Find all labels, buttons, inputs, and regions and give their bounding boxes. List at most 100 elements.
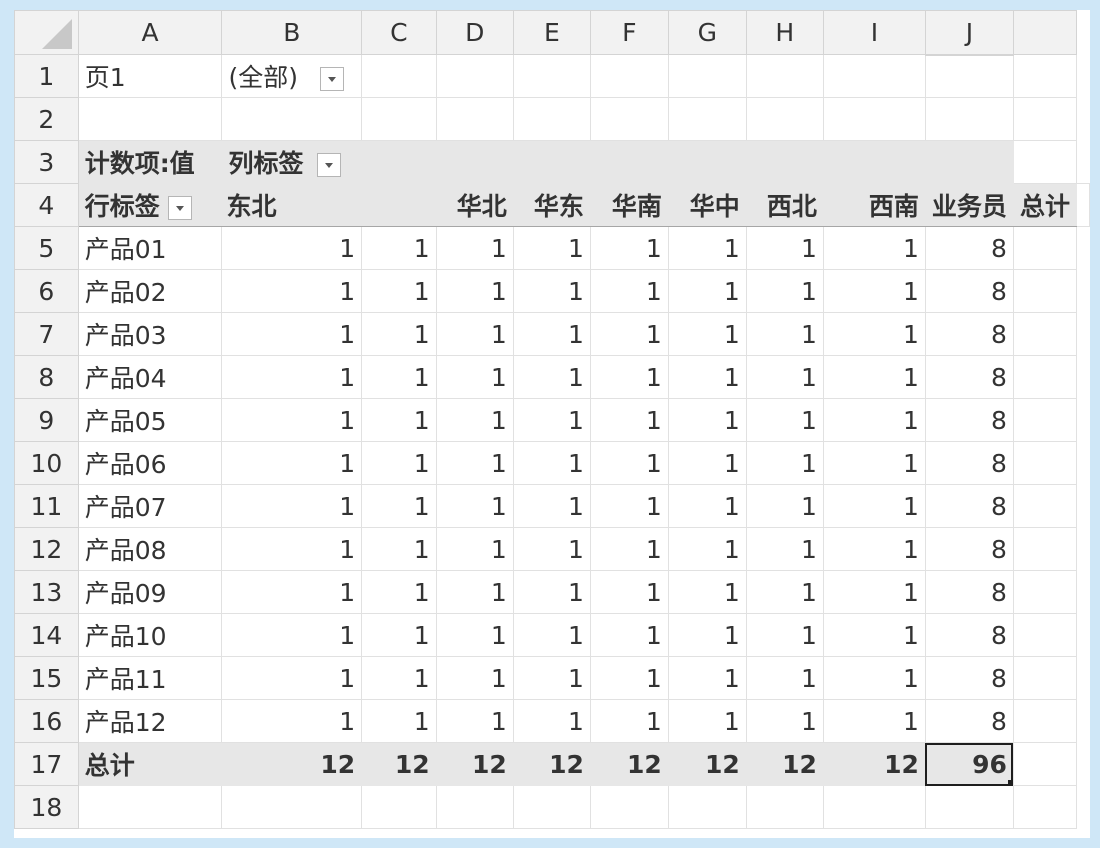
value-cell[interactable]: 1 (667, 527, 747, 571)
column-header-k[interactable] (1012, 10, 1078, 55)
cell[interactable] (1012, 613, 1078, 657)
value-cell[interactable]: 1 (745, 613, 824, 657)
value-cell[interactable]: 1 (822, 484, 926, 528)
value-cell[interactable]: 1 (512, 527, 591, 571)
value-cell[interactable]: 1 (512, 613, 591, 657)
pivot-row-label-cell[interactable]: 行标签 (77, 183, 223, 227)
column-total-cell[interactable]: 12 (667, 742, 747, 786)
cell[interactable] (822, 97, 926, 141)
row-label-cell[interactable]: 产品11 (77, 656, 223, 700)
value-cell[interactable]: 1 (589, 441, 669, 485)
cell[interactable] (1012, 269, 1078, 313)
pivot-column-header[interactable]: 华中 (667, 183, 747, 227)
row-header[interactable]: 17 (14, 742, 79, 786)
value-cell[interactable]: 1 (512, 398, 591, 442)
value-cell[interactable]: 1 (589, 226, 669, 270)
pivot-column-header[interactable]: 华南 (589, 183, 669, 227)
value-cell[interactable]: 1 (221, 312, 363, 356)
cell[interactable] (221, 785, 363, 829)
row-total-cell[interactable]: 8 (924, 570, 1014, 614)
value-cell[interactable]: 1 (745, 484, 824, 528)
cell[interactable] (361, 54, 437, 98)
value-cell[interactable]: 1 (822, 269, 926, 313)
row-label-cell[interactable]: 产品07 (77, 484, 223, 528)
column-header-a[interactable]: A (77, 10, 223, 55)
column-header-b[interactable]: B (221, 10, 363, 55)
row-header[interactable]: 11 (14, 484, 79, 528)
value-cell[interactable]: 1 (822, 441, 926, 485)
value-cell[interactable]: 1 (667, 570, 747, 614)
value-cell[interactable]: 1 (221, 355, 363, 399)
row-header[interactable]: 13 (14, 570, 79, 614)
row-label-cell[interactable]: 产品04 (77, 355, 223, 399)
cell[interactable] (1012, 742, 1078, 786)
value-cell[interactable]: 1 (512, 226, 591, 270)
value-cell[interactable]: 1 (435, 613, 514, 657)
value-cell[interactable]: 1 (512, 269, 591, 313)
pivot-column-label-cell[interactable]: 列标签 (221, 140, 363, 184)
column-header-c[interactable]: C (361, 10, 437, 55)
cell[interactable] (924, 140, 1014, 184)
column-total-cell[interactable]: 12 (589, 742, 669, 786)
value-cell[interactable]: 1 (822, 355, 926, 399)
value-cell[interactable]: 1 (512, 441, 591, 485)
row-label-cell[interactable]: 产品10 (77, 613, 223, 657)
column-header-e[interactable]: E (512, 10, 591, 55)
cell[interactable] (1012, 656, 1078, 700)
value-cell[interactable]: 1 (589, 613, 669, 657)
grand-total-label[interactable]: 总计 (77, 742, 223, 786)
value-cell[interactable]: 1 (589, 484, 669, 528)
value-cell[interactable]: 1 (221, 398, 363, 442)
column-total-cell[interactable]: 12 (512, 742, 591, 786)
cell[interactable] (435, 785, 514, 829)
row-label-dropdown-icon[interactable] (167, 196, 192, 220)
cell[interactable] (589, 785, 669, 829)
cell[interactable] (667, 54, 747, 98)
value-cell[interactable]: 1 (589, 570, 669, 614)
row-total-cell[interactable]: 8 (924, 699, 1014, 743)
value-cell[interactable]: 1 (822, 699, 926, 743)
value-cell[interactable]: 1 (361, 656, 437, 700)
value-cell[interactable]: 1 (667, 398, 747, 442)
value-cell[interactable]: 1 (589, 312, 669, 356)
value-cell[interactable]: 1 (745, 699, 824, 743)
value-cell[interactable]: 1 (435, 269, 514, 313)
value-cell[interactable]: 1 (589, 656, 669, 700)
value-cell[interactable]: 1 (361, 699, 437, 743)
row-total-cell[interactable]: 8 (924, 484, 1014, 528)
pivot-column-header[interactable]: 总计 (1012, 183, 1078, 227)
cell[interactable] (924, 785, 1014, 829)
value-cell[interactable]: 1 (589, 398, 669, 442)
value-cell[interactable]: 1 (589, 699, 669, 743)
row-label-cell[interactable]: 产品05 (77, 398, 223, 442)
column-total-cell[interactable]: 12 (361, 742, 437, 786)
cell[interactable] (512, 140, 591, 184)
value-cell[interactable]: 1 (589, 355, 669, 399)
cell[interactable] (589, 97, 669, 141)
value-cell[interactable]: 1 (589, 527, 669, 571)
value-cell[interactable]: 1 (667, 441, 747, 485)
value-cell[interactable]: 1 (667, 312, 747, 356)
value-cell[interactable]: 1 (822, 226, 926, 270)
value-cell[interactable]: 1 (435, 699, 514, 743)
value-cell[interactable]: 1 (221, 613, 363, 657)
value-cell[interactable]: 1 (435, 570, 514, 614)
cell[interactable] (1012, 398, 1078, 442)
cell[interactable] (512, 785, 591, 829)
cell[interactable] (221, 97, 363, 141)
cell[interactable] (435, 97, 514, 141)
value-cell[interactable]: 1 (745, 570, 824, 614)
value-cell[interactable]: 1 (667, 656, 747, 700)
cell[interactable] (1012, 484, 1078, 528)
cell[interactable] (1012, 355, 1078, 399)
value-cell[interactable]: 1 (822, 398, 926, 442)
value-cell[interactable]: 1 (512, 312, 591, 356)
value-cell[interactable]: 1 (512, 355, 591, 399)
cell[interactable] (745, 97, 824, 141)
value-cell[interactable]: 1 (435, 398, 514, 442)
cell[interactable] (1012, 97, 1078, 141)
cell[interactable] (924, 97, 1014, 141)
cell[interactable] (1012, 699, 1078, 743)
value-cell[interactable]: 1 (221, 441, 363, 485)
cell[interactable] (361, 97, 437, 141)
